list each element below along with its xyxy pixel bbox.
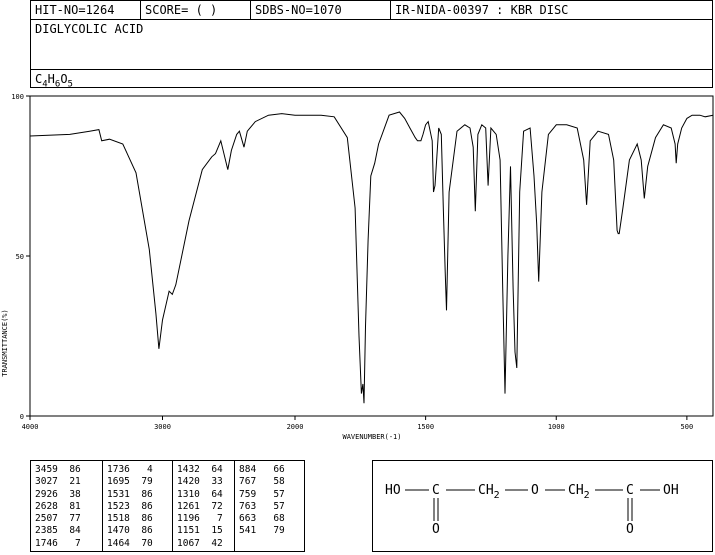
peak-row: 1196 7: [177, 513, 223, 525]
x-tick-label: 1500: [417, 423, 434, 431]
peak-row: 1261 72: [177, 500, 223, 512]
peak-column: 884 66 767 58 759 57 763 57 663 68 541 79: [235, 461, 304, 551]
peak-row: 2385 84: [35, 525, 81, 537]
x-axis-ticks: 4000 3000 2000 1500 1000 500: [22, 416, 694, 431]
carbon-label-right: C: [626, 483, 634, 498]
compound-name: DIGLYCOLIC ACID: [35, 22, 144, 36]
peak-row: 1067 42: [177, 537, 223, 549]
peak-row: 1531 86: [107, 488, 153, 500]
y-tick-label: 100: [11, 93, 24, 101]
sdbs-number: SDBS-NO=1070: [251, 1, 391, 19]
x-tick-label: 4000: [22, 423, 39, 431]
molecular-structure: HO C CH2 O CH2 C OH O O: [385, 483, 679, 537]
peak-row: 2507 77: [35, 513, 81, 525]
peak-row: 663 68: [239, 513, 285, 525]
peak-row: 763 57: [239, 500, 285, 512]
peak-row: 1464 70: [107, 537, 153, 549]
transmittance-series-line: [29, 111, 714, 404]
structure-panel: HO C CH2 O CH2 C OH O O: [372, 460, 713, 552]
hydroxyl-label-right: OH: [663, 483, 679, 498]
x-tick-label: 1000: [548, 423, 565, 431]
peak-row: 1310 64: [177, 488, 223, 500]
peak-row: 3459 86: [35, 464, 81, 475]
molecular-formula: C4H6O5: [35, 72, 73, 90]
peak-row: 1470 86: [107, 525, 153, 537]
measurement-method: IR-NIDA-00397 : KBR DISC: [395, 3, 569, 17]
carbonyl-oxygen-right: O: [626, 522, 634, 537]
x-axis-label: WAVENUMBER(-1): [342, 433, 401, 441]
y-tick-label: 0: [20, 413, 24, 421]
peak-column: 1432 64 1420 33 1310 64 1261 72 1196 7 1151 1…: [173, 461, 235, 551]
peak-table: 3459 86 3027 21 2926 38 2628 81 2507 77 2385 …: [30, 460, 305, 552]
carbon-label-left: C: [432, 483, 440, 498]
peak-column: 3459 86 3027 21 2926 38 2628 81 2507 77 2385 …: [31, 461, 103, 551]
ether-oxygen-label: O: [531, 483, 539, 498]
ir-spectrum-chart: 4000 3000 2000 1500 1000 500 100500 WAVENUMBE…: [1, 93, 714, 441]
peak-row: 1420 33: [177, 476, 223, 488]
peak-row: 767 58: [239, 476, 285, 488]
peak-row: 759 57: [239, 488, 285, 500]
peak-row: 1736 4: [107, 464, 153, 475]
hit-number: HIT-NO=1264: [31, 1, 141, 19]
peak-row: 1151 15: [177, 525, 223, 537]
y-axis-label: TRANSMITTANCE(%): [1, 309, 9, 376]
peak-row: 2926 38: [35, 488, 81, 500]
peak-column: 1736 4 1695 79 1531 86 1523 86 1518 86 1470 8…: [103, 461, 173, 551]
peak-row: 1523 86: [107, 500, 153, 512]
x-tick-label: 500: [681, 423, 694, 431]
methylene-label-right: CH2: [568, 483, 590, 501]
score: SCORE= ( ): [141, 1, 251, 19]
peak-row: 1518 86: [107, 513, 153, 525]
peak-row: 3027 21: [35, 476, 81, 488]
hydroxyl-label-left: HO: [385, 483, 401, 498]
peak-row: 1432 64: [177, 464, 223, 475]
carbonyl-oxygen-left: O: [432, 522, 440, 537]
x-tick-label: 2000: [287, 423, 304, 431]
header-panel: HIT-NO=1264 SCORE= ( ) SDBS-NO=1070 IR-N…: [30, 0, 713, 90]
peak-row: 541 79: [239, 525, 285, 537]
peak-row: 1695 79: [107, 476, 153, 488]
y-axis-ticks: 100 50 0: [11, 93, 30, 421]
peak-row: 1746 7: [35, 537, 81, 549]
y-tick-label: 50: [16, 253, 24, 261]
methylene-label-left: CH2: [478, 483, 500, 501]
peak-row: 2628 81: [35, 500, 81, 512]
header-info-row: HIT-NO=1264 SCORE= ( ) SDBS-NO=1070 IR-N…: [31, 1, 712, 20]
divider: [31, 69, 712, 70]
peak-row: 884 66: [239, 464, 285, 475]
x-tick-label: 3000: [154, 423, 171, 431]
